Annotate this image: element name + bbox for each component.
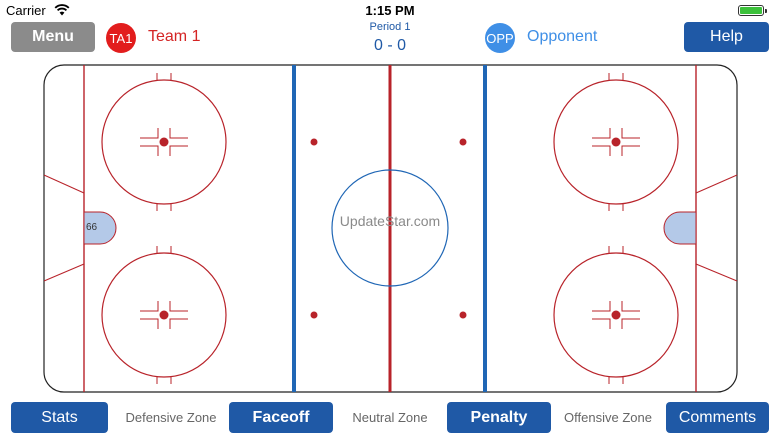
goalie-number[interactable]: 66 xyxy=(86,222,97,233)
neutral-dot-bl xyxy=(310,311,318,319)
neutral-dot-br xyxy=(459,311,467,319)
faceoff-button[interactable]: Faceoff xyxy=(229,402,333,433)
stats-button[interactable]: Stats xyxy=(11,402,108,433)
watermark: UpdateStar.com xyxy=(339,213,441,229)
offensive-zone-label: Offensive Zone xyxy=(564,410,652,425)
defensive-zone-label: Defensive Zone xyxy=(125,410,217,425)
comments-button[interactable]: Comments xyxy=(666,402,769,433)
neutral-zone-label: Neutral Zone xyxy=(352,410,428,425)
penalty-button[interactable]: Penalty xyxy=(447,402,551,433)
neutral-dot-tr xyxy=(459,138,467,146)
neutral-dot-tl xyxy=(310,138,318,146)
